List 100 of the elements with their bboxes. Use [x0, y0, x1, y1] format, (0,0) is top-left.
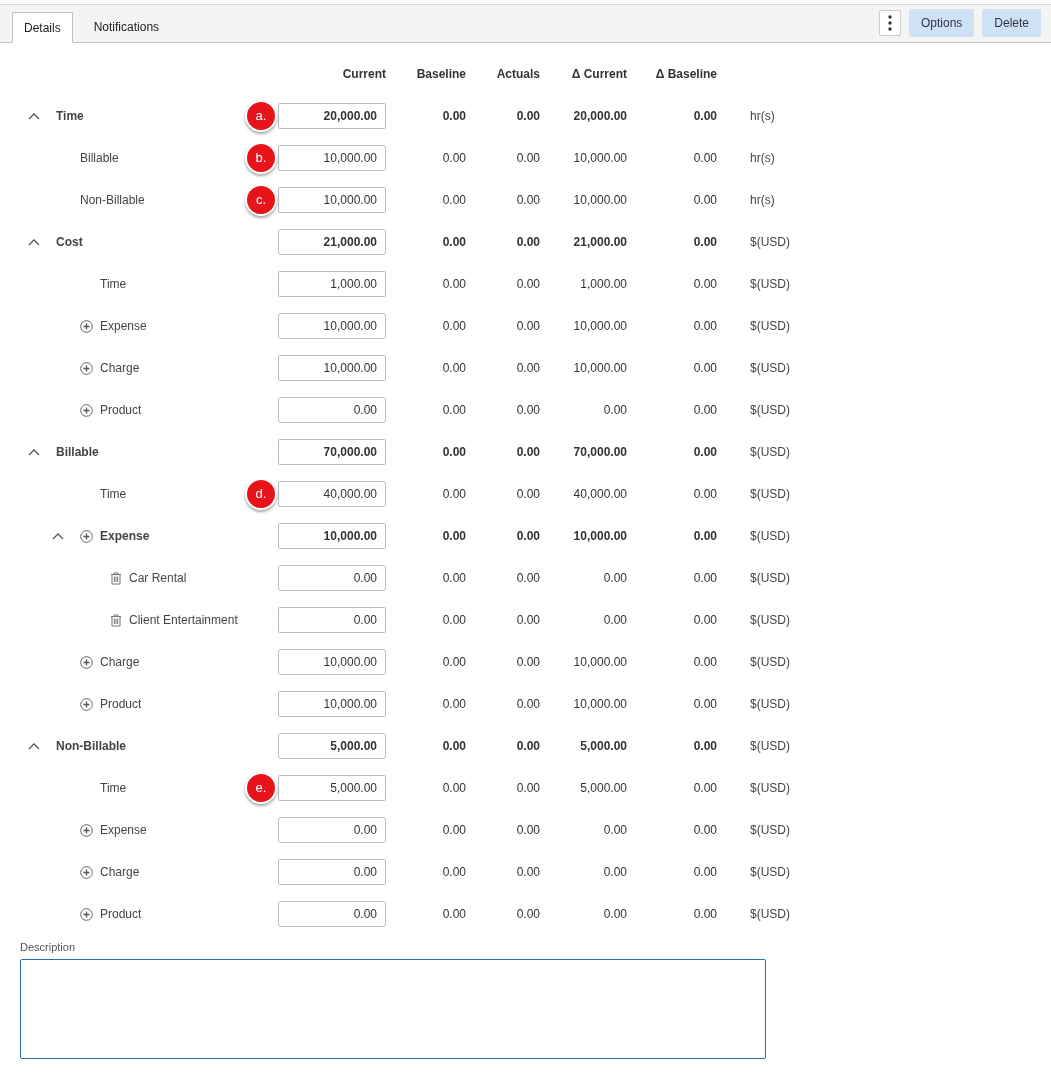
- current-input[interactable]: 5,000.00: [278, 733, 386, 759]
- trash-icon[interactable]: [110, 613, 122, 627]
- value-text: 40,000.00: [573, 487, 627, 501]
- callout-marker: b.: [245, 142, 277, 174]
- value-text: 0.00: [442, 151, 466, 165]
- add-circle-icon[interactable]: [80, 361, 93, 375]
- unit-text: $(USD): [750, 864, 790, 881]
- value-text: 0.00: [442, 529, 466, 543]
- action-button[interactable]: Options: [908, 8, 975, 37]
- current-input[interactable]: 10,000.00: [278, 145, 386, 171]
- value-text: 0.00: [693, 151, 717, 165]
- unit-text: $(USD): [750, 234, 790, 251]
- add-circle-icon[interactable]: [80, 823, 93, 837]
- value-text: 0.00: [693, 739, 717, 753]
- row-label: Time: [100, 486, 127, 503]
- add-circle-icon[interactable]: [80, 697, 93, 711]
- value-text: 0.00: [516, 487, 540, 501]
- current-input[interactable]: 20,000.00: [278, 103, 386, 129]
- tab[interactable]: Details: [12, 12, 73, 43]
- unit-text: $(USD): [750, 612, 790, 629]
- row-label: Product: [100, 402, 142, 419]
- add-circle-icon[interactable]: [80, 865, 93, 879]
- value-text: 0.00: [516, 739, 540, 753]
- value-text: 10,000.00: [573, 361, 627, 375]
- description-field[interactable]: [20, 959, 766, 1059]
- value-text: 0.00: [693, 781, 717, 795]
- value-text: 10,000.00: [573, 655, 627, 669]
- add-circle-icon[interactable]: [80, 319, 93, 333]
- unit-text: $(USD): [750, 402, 790, 419]
- current-input[interactable]: 10,000.00: [278, 523, 386, 549]
- current-input[interactable]: 10,000.00: [278, 187, 386, 213]
- unit-text: $(USD): [750, 822, 790, 839]
- more-options-icon[interactable]: [878, 9, 901, 36]
- unit-text: $(USD): [750, 528, 790, 545]
- tab[interactable]: Notifications: [82, 11, 171, 42]
- current-input[interactable]: 10,000.00: [278, 691, 386, 717]
- value-text: 0.00: [693, 529, 717, 543]
- unit-text: hr(s): [750, 108, 775, 125]
- row-label: Time: [100, 276, 127, 293]
- current-input[interactable]: 5,000.00: [278, 775, 386, 801]
- value-text: 0.00: [693, 193, 717, 207]
- current-input[interactable]: 21,000.00: [278, 229, 386, 255]
- current-input[interactable]: 40,000.00: [278, 481, 386, 507]
- add-circle-icon[interactable]: [80, 907, 93, 921]
- value-text: 0.00: [516, 907, 540, 921]
- current-input[interactable]: 0.00: [278, 901, 386, 927]
- value-text: 0.00: [442, 319, 466, 333]
- value-text: 0.00: [516, 277, 540, 291]
- value-text: 0.00: [516, 697, 540, 711]
- current-input[interactable]: 1,000.00: [278, 271, 386, 297]
- value-text: 5,000.00: [580, 739, 627, 753]
- row-label: Charge: [100, 864, 140, 881]
- current-input[interactable]: 0.00: [278, 397, 386, 423]
- value-text: 0.00: [603, 823, 627, 837]
- callout-marker: c.: [245, 184, 277, 216]
- value-text: 0.00: [516, 781, 540, 795]
- current-input[interactable]: 10,000.00: [278, 355, 386, 381]
- unit-text: $(USD): [750, 654, 790, 671]
- value-text: 0.00: [442, 277, 466, 291]
- current-input[interactable]: 0.00: [278, 817, 386, 843]
- row-label: Expense: [100, 822, 147, 839]
- add-circle-icon[interactable]: [80, 403, 93, 417]
- current-input[interactable]: 70,000.00: [278, 439, 386, 465]
- value-text: 0.00: [442, 739, 466, 753]
- trash-icon[interactable]: [110, 571, 122, 585]
- row-label: Cost: [56, 234, 83, 251]
- value-text: 0.00: [442, 487, 466, 501]
- value-text: 0.00: [442, 235, 466, 249]
- current-input[interactable]: 0.00: [278, 565, 386, 591]
- value-text: 0.00: [693, 907, 717, 921]
- value-text: 21,000.00: [573, 235, 627, 249]
- column-header: Current: [342, 67, 386, 81]
- add-circle-icon[interactable]: [80, 655, 93, 669]
- value-text: 0.00: [693, 109, 717, 123]
- unit-text: $(USD): [750, 318, 790, 335]
- value-text: 0.00: [516, 445, 540, 459]
- add-circle-icon[interactable]: [80, 529, 93, 543]
- value-text: 0.00: [442, 907, 466, 921]
- current-input[interactable]: 0.00: [278, 859, 386, 885]
- row-label: Time: [56, 108, 84, 125]
- current-input[interactable]: 10,000.00: [278, 649, 386, 675]
- current-input[interactable]: 10,000.00: [278, 313, 386, 339]
- action-button[interactable]: Delete: [982, 8, 1041, 37]
- value-text: 0.00: [693, 487, 717, 501]
- value-text: 0.00: [442, 571, 466, 585]
- value-text: 0.00: [693, 235, 717, 249]
- value-text: 0.00: [603, 403, 627, 417]
- value-text: 10,000.00: [573, 319, 627, 333]
- value-text: 0.00: [442, 445, 466, 459]
- value-text: 0.00: [516, 319, 540, 333]
- value-text: 0.00: [516, 151, 540, 165]
- callout-marker: e.: [245, 772, 277, 804]
- value-text: 0.00: [603, 613, 627, 627]
- current-input[interactable]: 0.00: [278, 607, 386, 633]
- column-header: Actuals: [496, 67, 540, 81]
- value-text: 0.00: [693, 571, 717, 585]
- value-text: 10,000.00: [573, 697, 627, 711]
- value-text: 0.00: [693, 697, 717, 711]
- row-label: Time: [100, 780, 127, 797]
- unit-text: $(USD): [750, 276, 790, 293]
